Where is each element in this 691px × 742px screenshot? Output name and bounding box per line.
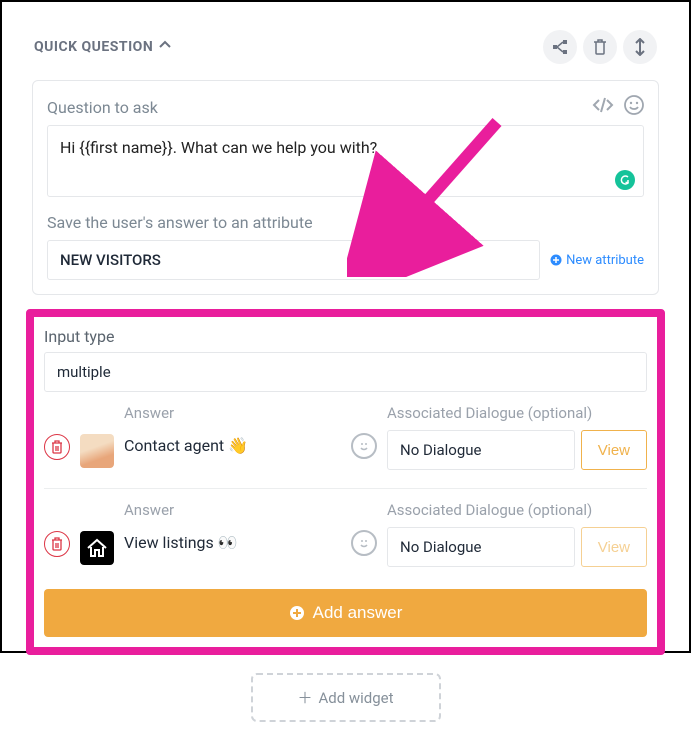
- answer-row: Answer View listings 👀 Associated Dialog…: [44, 489, 647, 585]
- section-title-toggle[interactable]: QUICK QUESTION: [34, 39, 171, 55]
- dialogue-select[interactable]: No Dialogue: [387, 430, 575, 470]
- answer-label: Answer: [124, 501, 377, 519]
- dialogue-label: Associated Dialogue (optional): [387, 404, 647, 422]
- section-header: QUICK QUESTION: [22, 22, 669, 66]
- code-icon[interactable]: [592, 96, 614, 118]
- section-title: QUICK QUESTION: [34, 39, 153, 55]
- trash-icon[interactable]: [583, 30, 617, 64]
- input-type-label: Input type: [44, 327, 647, 346]
- question-value: Hi {{first name}}. What can we help you …: [60, 138, 377, 157]
- answer-text-input[interactable]: Contact agent 👋: [124, 430, 341, 462]
- add-answer-button[interactable]: Add answer: [44, 589, 647, 637]
- attribute-label: Save the user's answer to an attribute: [47, 213, 644, 232]
- answer-text-input[interactable]: View listings 👀: [124, 527, 341, 559]
- input-type-select[interactable]: multiple: [44, 352, 647, 392]
- question-label: Question to ask: [47, 98, 158, 117]
- highlight-box: Input type multiple Answer Contact agent…: [26, 309, 665, 655]
- flow-icon[interactable]: [543, 30, 577, 64]
- view-dialogue-button[interactable]: View: [581, 430, 647, 470]
- emoji-picker-icon[interactable]: [351, 530, 377, 556]
- smiley-icon[interactable]: [624, 95, 644, 119]
- delete-answer-button[interactable]: [44, 531, 70, 557]
- plus-circle-icon: [289, 605, 305, 621]
- question-textarea[interactable]: Hi {{first name}}. What can we help you …: [47, 125, 644, 197]
- view-dialogue-button[interactable]: View: [581, 527, 647, 567]
- answer-row: Answer Contact agent 👋 Associated Dialog…: [44, 392, 647, 489]
- add-widget-button[interactable]: ＋ Add widget: [251, 673, 441, 722]
- house-icon: [84, 535, 110, 561]
- chevron-up-icon: [159, 39, 171, 55]
- attribute-input[interactable]: NEW VISITORS: [47, 240, 540, 280]
- drag-handle-icon[interactable]: [623, 30, 657, 64]
- answer-label: Answer: [124, 404, 377, 422]
- dialogue-label: Associated Dialogue (optional): [387, 501, 647, 519]
- new-attribute-link[interactable]: New attribute: [550, 253, 644, 268]
- question-card: Question to ask Hi {{first name}}. What …: [32, 80, 659, 295]
- answer-avatar[interactable]: [80, 434, 114, 468]
- answer-avatar[interactable]: [80, 531, 114, 565]
- emoji-picker-icon[interactable]: [351, 433, 377, 459]
- dialogue-select[interactable]: No Dialogue: [387, 527, 575, 567]
- grammarly-icon[interactable]: [615, 170, 635, 190]
- delete-answer-button[interactable]: [44, 434, 70, 460]
- plus-icon: ＋: [297, 687, 312, 708]
